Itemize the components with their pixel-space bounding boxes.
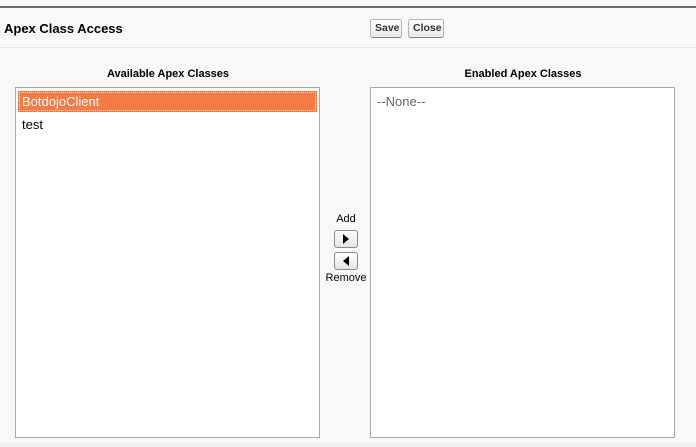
list-item-botdojoclient[interactable]: BotdojoClient (18, 91, 317, 112)
enabled-classes-label: Enabled Apex Classes (464, 68, 582, 80)
arrow-right-icon (343, 234, 349, 244)
list-item-none[interactable]: --None-- (373, 91, 672, 112)
apex-class-access-page: Apex Class Access Save Close Available A… (0, 0, 696, 447)
available-classes-label: Available Apex Classes (106, 68, 230, 80)
page-header: Apex Class Access Save Close (0, 8, 696, 48)
save-button[interactable]: Save (370, 19, 402, 38)
page-title: Apex Class Access (4, 21, 123, 36)
list-item-test[interactable]: test (18, 114, 317, 135)
remove-button[interactable] (334, 252, 358, 270)
add-button[interactable] (334, 230, 358, 248)
arrow-left-icon (343, 256, 349, 266)
close-button[interactable]: Close (408, 19, 444, 38)
add-label: Add (336, 213, 356, 225)
available-classes-list[interactable]: BotdojoClient test (15, 87, 320, 438)
enabled-classes-list[interactable]: --None-- (370, 87, 675, 438)
remove-label: Remove (325, 272, 367, 284)
bottom-divider (0, 443, 696, 447)
